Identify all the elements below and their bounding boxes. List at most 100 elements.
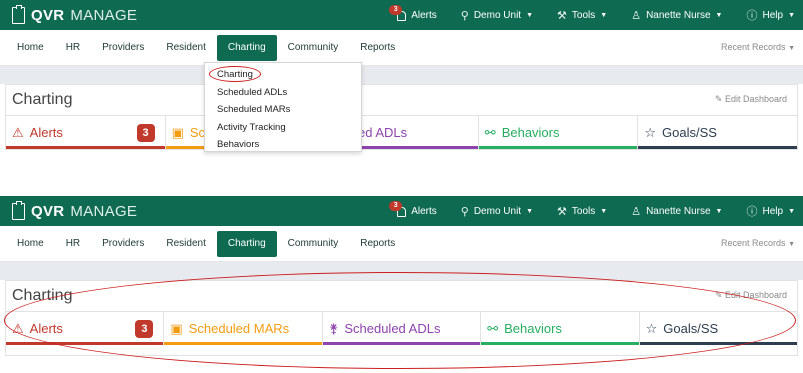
main-nav: Home HR Providers Resident Charting Comm… [0,30,803,66]
map-pin-icon: ⚲ [460,205,469,218]
tile-bar [164,342,322,345]
page-title: Charting [12,91,73,108]
tools-menu[interactable]: ⚒ Tools ▼ [557,205,607,218]
pill-box-icon: ▣ [170,320,183,336]
tile-scheduled-adls[interactable]: ⚵ Scheduled ADLs [322,312,482,345]
wrench-icon: ⚒ [557,205,567,218]
edit-dashboard-link[interactable]: ✎ Edit Dashboard [715,94,787,105]
recent-records[interactable]: Recent Records ▼ [721,238,795,248]
alerts-label: Alerts [411,9,437,21]
dashboard-panel: Charting ✎ Edit Dashboard ⚠ Alerts 3 ▣ S… [5,280,798,356]
unit-menu[interactable]: ⚲ Demo Unit ▼ [461,205,533,218]
dashboard-panel: Charting ✎ Edit Dashboard ⚠ Alerts 3 ▣ S… [5,84,798,150]
edit-dashboard-link[interactable]: ✎ Edit Dashboard [715,290,787,301]
nav-hr[interactable]: HR [55,231,91,257]
brand-logo[interactable]: QVR MANAGE [12,200,138,221]
page-title: Charting [12,287,73,304]
clipboard-icon [12,4,25,24]
nav-providers[interactable]: Providers [91,231,155,257]
nav-hr[interactable]: HR [55,35,91,61]
dropdown-item-activity-tracking[interactable]: Activity Tracking [205,119,361,137]
main-nav: Home HR Providers Resident Charting Comm… [0,226,803,262]
top-bar: QVR MANAGE 3 Alerts ⚲ Demo Unit ▼ ⚒ Tool… [0,196,803,226]
dashboard-tiles: ⚠ Alerts 3 ▣ Sc heduled ADLs ⚯ Behaviors… [6,115,797,149]
help-label: Help [762,9,784,21]
help-menu[interactable]: ⓘ Help ▼ [746,7,795,23]
unit-menu[interactable]: ⚲ Demo Unit ▼ [461,9,533,22]
tools-label: Tools [571,205,596,217]
dropdown-item-scheduled-adls[interactable]: Scheduled ADLs [205,84,361,102]
tile-bar [6,146,165,149]
brand-strong: QVR [31,6,65,24]
bell-icon: 3 [389,201,407,217]
tile-bar [478,146,638,149]
tile-scheduled-mars[interactable]: ▣ Scheduled MARs [164,312,323,345]
tools-label: Tools [571,9,596,21]
content-band [0,66,803,84]
tile-adls-label: Scheduled ADLs [344,321,441,336]
alerts-menu[interactable]: 3 Alerts [389,5,437,21]
help-menu[interactable]: ⓘ Help ▼ [746,203,795,219]
alerts-menu[interactable]: 3 Alerts [389,201,437,217]
unit-label: Demo Unit [473,205,522,217]
edit-dashboard-label: Edit Dashboard [724,290,787,300]
nav-providers[interactable]: Providers [91,35,155,61]
nav-reports[interactable]: Reports [349,231,406,257]
brand-strong: QVR [31,202,65,220]
tile-alerts[interactable]: ⚠ Alerts 3 [6,116,166,149]
alerts-count-badge: 3 [135,320,154,338]
tile-goals[interactable]: ☆ Goals/SS [638,116,797,149]
nav-reports[interactable]: Reports [349,35,406,61]
tile-goals-label: Goals/SS [662,125,717,140]
brand-logo[interactable]: QVR MANAGE [12,4,138,25]
user-label: Nanette Nurse [646,205,711,217]
nav-home[interactable]: Home [6,35,55,61]
tile-bar [6,342,164,345]
recent-records[interactable]: Recent Records ▼ [721,42,795,52]
brand-light: MANAGE [70,202,138,220]
recent-records-label: Recent Records [721,238,786,248]
top-menu: 3 Alerts ⚲ Demo Unit ▼ ⚒ Tools ▼ ♙ Nanet… [373,0,795,30]
wrench-icon: ⚒ [557,9,567,22]
dropdown-item-behaviors[interactable]: Behaviors [205,136,361,154]
chevron-down-icon: ▼ [788,45,795,52]
tile-alerts-label: Alerts [29,125,63,140]
user-icon: ♙ [631,9,642,22]
walking-person-icon: ⚵ [328,320,339,336]
alerts-count-badge: 3 [136,124,155,142]
warning-triangle-icon: ⚠ [12,320,24,336]
dropdown-item-charting[interactable]: Charting [205,66,361,84]
tile-mars-label: Scheduled MARs [188,321,290,336]
nav-resident[interactable]: Resident [155,231,216,257]
tile-alerts-label: Alerts [29,321,63,336]
pencil-icon: ✎ [714,290,723,300]
top-bar: QVR MANAGE 3 Alerts ⚲ Demo Unit ▼ ⚒ Tool… [0,0,803,30]
chevron-down-icon: ▼ [715,11,723,19]
user-menu[interactable]: ♙ Nanette Nurse ▼ [631,9,722,22]
nav-home[interactable]: Home [6,231,55,257]
nav-charting[interactable]: Charting [216,231,277,257]
tile-goals[interactable]: ☆ Goals/SS [639,312,798,345]
pencil-icon: ✎ [714,94,723,104]
dashboard-tiles: ⚠ Alerts 3 ▣ Scheduled MARs ⚵ Scheduled … [6,311,798,345]
brand-light: MANAGE [70,6,138,24]
tile-behaviors[interactable]: ⚯ Behaviors [478,116,639,149]
map-pin-icon: ⚲ [460,9,469,22]
tools-menu[interactable]: ⚒ Tools ▼ [557,9,607,22]
dropdown-item-scheduled-mars[interactable]: Scheduled MARs [205,101,361,119]
tile-alerts[interactable]: ⚠ Alerts 3 [6,312,165,345]
nav-charting[interactable]: Charting [216,35,277,61]
tile-behaviors-label: Behaviors [504,321,562,336]
user-menu[interactable]: ♙ Nanette Nurse ▼ [631,205,722,218]
content-band [0,262,803,280]
nav-community[interactable]: Community [277,35,350,61]
nav-community[interactable]: Community [277,231,350,257]
chevron-down-icon: ▼ [526,11,534,19]
star-icon: ☆ [644,124,657,140]
tile-behaviors[interactable]: ⚯ Behaviors [481,312,640,345]
nav-resident[interactable]: Resident [155,35,216,61]
tile-bar [481,342,639,345]
alerts-label: Alerts [411,205,437,217]
help-label: Help [762,205,784,217]
tile-goals-label: Goals/SS [663,321,719,336]
